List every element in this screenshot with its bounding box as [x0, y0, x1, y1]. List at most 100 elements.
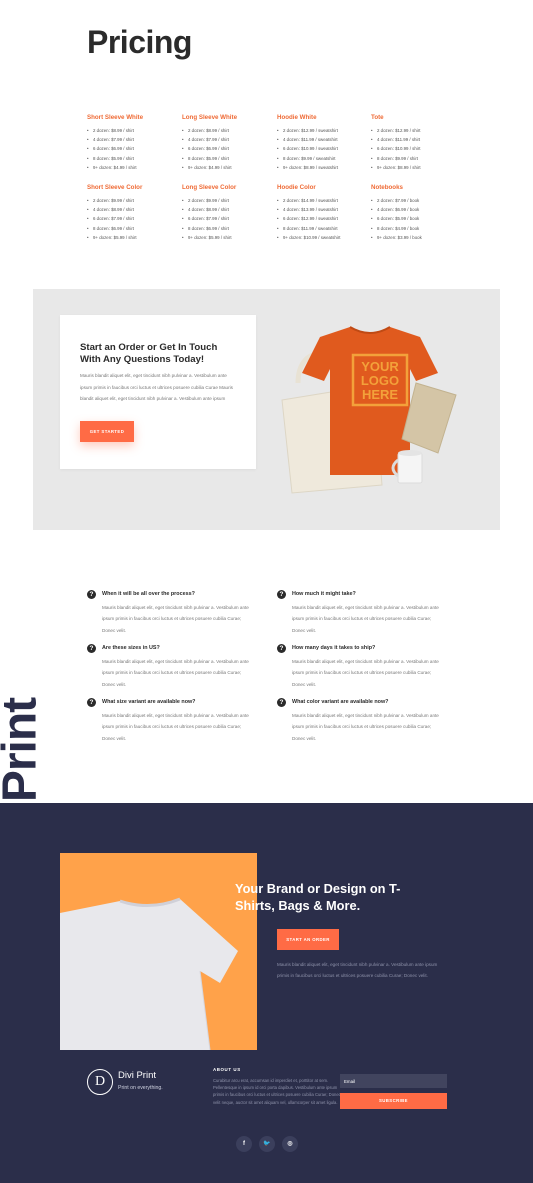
price-list-title: Long Sleeve Color [182, 184, 237, 191]
about-heading: ABOUT US [213, 1067, 241, 1072]
price-item: 9+ dozen: $3.99 / book [371, 233, 463, 242]
price-list-title: Hoodie Color [277, 184, 316, 191]
subscribe-button[interactable]: SUBSCRIBE [340, 1093, 447, 1109]
price-list: Notebooks 2 dozen: $7.99 / book4 dozen: $… [371, 184, 463, 242]
faq-item: ? How many days it takes to ship? Mauris b… [277, 644, 447, 690]
faq-answer: Mauris blandit aliquet elit, eget tincid… [102, 605, 249, 633]
cta-text: Mauris blandit aliquet elit, eget tincid… [80, 373, 233, 401]
price-list: Tote 2 dozen: $12.99 / shirt4 dozen: $11.… [371, 114, 463, 172]
price-item: 9+ dozen: $5.99 / shirt [87, 233, 179, 242]
faq-question-text: When it will be all over the process? [102, 591, 195, 597]
price-item: 8 dozen: $6.99 / shirt [87, 224, 179, 233]
faq-question-text: How many days it takes to ship? [292, 645, 376, 651]
faq-answer: Mauris blandit aliquet elit, eget tincid… [292, 659, 439, 687]
price-list: Hoodie White 2 dozen: $12.99 / sweatshirt… [277, 114, 369, 172]
price-item: 9+ dozen: $4.99 / shirt [182, 163, 274, 172]
faq-question[interactable]: ? When it will be all over the process? [87, 590, 257, 599]
faq-answer: Mauris blandit aliquet elit, eget tincid… [102, 659, 249, 687]
logo-placeholder-text-3: HERE [362, 387, 398, 402]
price-list: Short Sleeve White 2 dozen: $8.99 / shirt… [87, 114, 179, 172]
price-item: 2 dozen: $8.99 / shirt [87, 126, 179, 135]
price-list-title: Short Sleeve White [87, 114, 144, 121]
price-item: 8 dozen: $11.99 / sweatshirt [277, 224, 369, 233]
side-word: Print [0, 690, 50, 810]
price-list-title: Notebooks [371, 184, 403, 191]
price-item: 9+ dozen: $8.99 / shirt [371, 163, 463, 172]
logo-name[interactable]: Divi Print [118, 1070, 156, 1081]
price-item: 8 dozen: $4.99 / book [371, 224, 463, 233]
price-item: 4 dozen: $8.99 / shirt [182, 205, 274, 214]
price-item: 2 dozen: $12.99 / sweatshirt [277, 126, 369, 135]
page: Pricing Start an Order or Get In Touch W… [0, 0, 533, 1183]
price-item: 6 dozen: $5.99 / book [371, 214, 463, 223]
price-item: 4 dozen: $13.99 / sweatshirt [277, 205, 369, 214]
tshirt-illustration [60, 897, 238, 1050]
question-icon: ? [87, 590, 96, 599]
start-order-button[interactable]: START AN ORDER [277, 929, 339, 950]
faq-question[interactable]: ? How much it might take? [277, 590, 447, 599]
faq-question[interactable]: ? Are these sizes in US? [87, 644, 257, 653]
price-list: Short Sleeve Color 2 dozen: $9.99 / shirt… [87, 184, 179, 242]
price-item: 2 dozen: $8.99 / shirt [182, 126, 274, 135]
price-item: 2 dozen: $7.99 / book [371, 196, 463, 205]
product-mockup-image: YOUR LOGO HERE [281, 326, 457, 494]
price-item: 6 dozen: $10.99 / shirt [371, 144, 463, 153]
logo-placeholder-text-2: LOGO [361, 373, 399, 388]
logo-tagline: Print on everything. [118, 1085, 163, 1091]
price-item: 6 dozen: $10.99 / sweatshirt [277, 144, 369, 153]
faq-item: ? When it will be all over the process? Ma… [87, 590, 257, 636]
price-list-title: Long Sleeve White [182, 114, 238, 121]
logo-icon[interactable]: D [87, 1069, 113, 1095]
question-icon: ? [277, 698, 286, 707]
price-item: 2 dozen: $9.99 / shirt [182, 196, 274, 205]
price-item: 9+ dozen: $10.99 / sweatshirt [277, 233, 369, 242]
email-field[interactable] [340, 1074, 447, 1088]
question-icon: ? [87, 644, 96, 653]
faq-question[interactable]: ? How many days it takes to ship? [277, 644, 447, 653]
get-started-button[interactable]: GET STARTED [80, 421, 134, 442]
price-item: 8 dozen: $6.99 / shirt [182, 224, 274, 233]
brand-title: Your Brand or Design on T-Shirts, Bags &… [235, 881, 401, 913]
price-item: 2 dozen: $12.99 / shirt [371, 126, 463, 135]
faq-answer: Mauris blandit aliquet elit, eget tincid… [292, 605, 439, 633]
price-item: 4 dozen: $7.99 / shirt [182, 135, 274, 144]
tshirt-image [60, 853, 257, 1050]
price-item: 9+ dozen: $4.99 / shirt [87, 163, 179, 172]
price-list: Long Sleeve Color 2 dozen: $9.99 / shirt4… [182, 184, 274, 242]
price-item: 8 dozen: $5.99 / shirt [87, 154, 179, 163]
price-item: 4 dozen: $11.99 / shirt [371, 135, 463, 144]
faq-question-text: Are these sizes in US? [102, 645, 160, 651]
cta-title: Start an Order or Get In Touch With Any … [80, 342, 218, 365]
faq-question-text: What size variant are available now? [102, 699, 196, 705]
price-item: 4 dozen: $7.99 / shirt [87, 135, 179, 144]
price-item: 6 dozen: $7.99 / shirt [182, 214, 274, 223]
price-item: 8 dozen: $5.99 / shirt [182, 154, 274, 163]
faq-question-text: What color variant are available now? [292, 699, 389, 705]
price-item: 2 dozen: $9.99 / shirt [87, 196, 179, 205]
faq-item: ? Are these sizes in US? Mauris blandit al… [87, 644, 257, 690]
price-list-title: Short Sleeve Color [87, 184, 143, 191]
side-word-text: Print [0, 697, 47, 803]
faq-question-text: How much it might take? [292, 591, 356, 597]
price-item: 6 dozen: $7.99 / shirt [87, 214, 179, 223]
price-item: 9+ dozen: $5.99 / shirt [182, 233, 274, 242]
faq-item: ? What color variant are available now? Ma… [277, 698, 447, 744]
question-icon: ? [87, 698, 96, 707]
instagram-icon[interactable]: ◎ [282, 1136, 298, 1152]
price-item: 6 dozen: $6.99 / shirt [182, 144, 274, 153]
faq-question[interactable]: ? What color variant are available now? [277, 698, 447, 707]
price-item: 8 dozen: $9.99 / shirt [371, 154, 463, 163]
question-icon: ? [277, 590, 286, 599]
faq-question[interactable]: ? What size variant are available now? [87, 698, 257, 707]
price-item: 4 dozen: $11.99 / sweatshirt [277, 135, 369, 144]
facebook-icon[interactable]: f [236, 1136, 252, 1152]
price-item: 4 dozen: $8.99 / shirt [87, 205, 179, 214]
faq-item: ? How much it might take? Mauris blandit a… [277, 590, 447, 636]
twitter-icon[interactable]: 🐦 [259, 1136, 275, 1152]
page-title: Pricing [87, 24, 192, 60]
faq-answer: Mauris blandit aliquet elit, eget tincid… [292, 713, 439, 741]
price-list: Long Sleeve White 2 dozen: $8.99 / shirt4… [182, 114, 274, 172]
price-item: 6 dozen: $6.99 / shirt [87, 144, 179, 153]
faq-answer: Mauris blandit aliquet elit, eget tincid… [102, 713, 249, 741]
price-item: 2 dozen: $14.99 / sweatshirt [277, 196, 369, 205]
